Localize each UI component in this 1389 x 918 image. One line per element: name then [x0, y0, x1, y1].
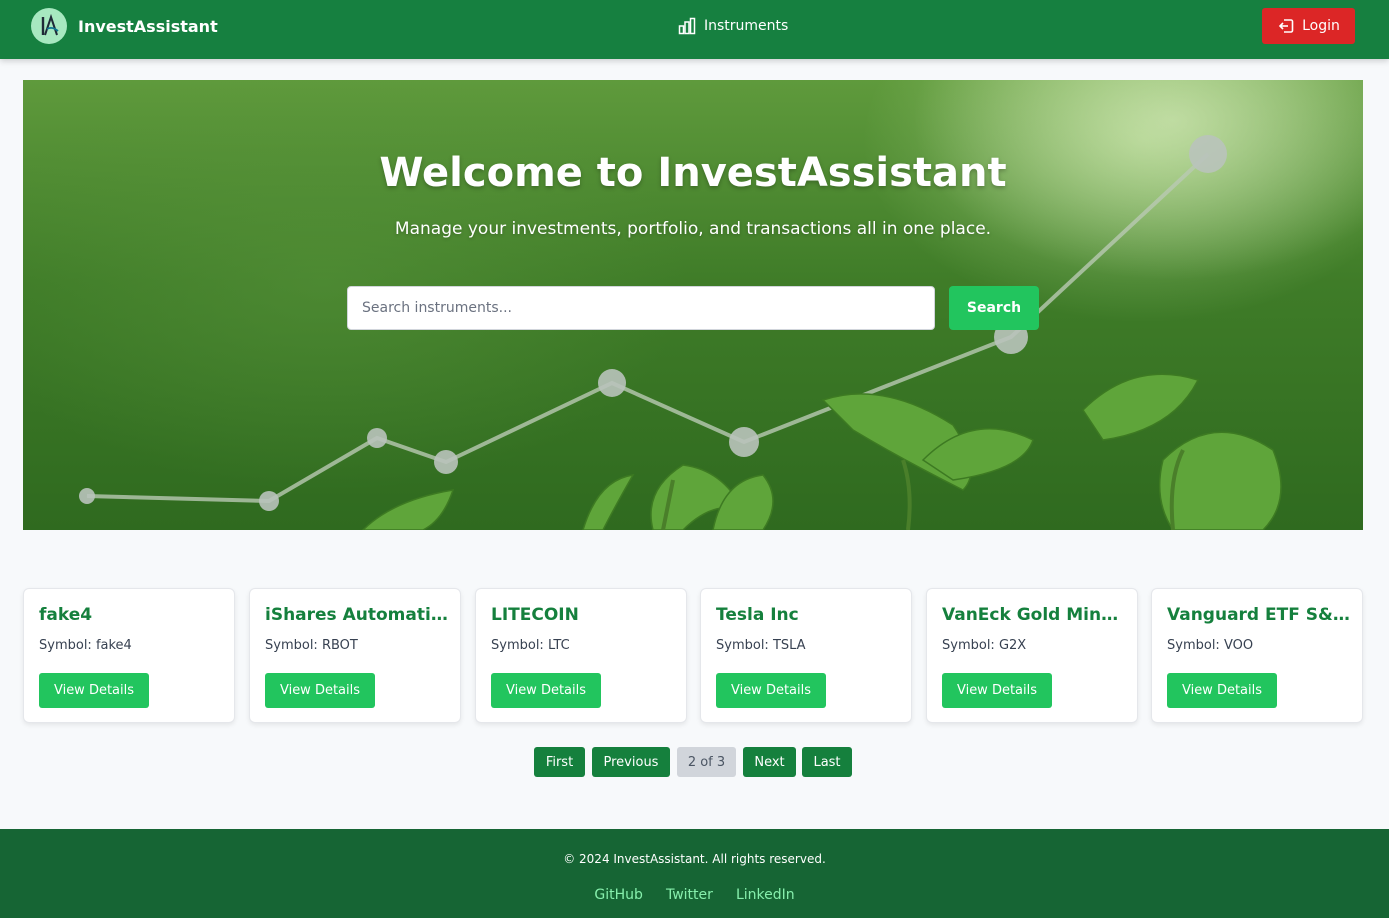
hero-title: Welcome to InvestAssistant — [379, 150, 1007, 196]
instrument-name: LITECOIN — [491, 605, 579, 625]
instrument-card: LITECOIN Symbol: LTC View Details — [475, 588, 687, 723]
footer-link-linkedin[interactable]: LinkedIn — [736, 887, 795, 903]
instrument-name: fake4 — [39, 605, 93, 625]
instrument-card: iShares Automation & Robotics Symbol: RB… — [249, 588, 461, 723]
view-details-button[interactable]: View Details — [491, 673, 601, 708]
navbar: InvestAssistant Instruments Login — [0, 0, 1389, 59]
instrument-card: Vanguard ETF S&P 500 Symbol: VOO View De… — [1151, 588, 1363, 723]
nav-instruments[interactable]: Instruments — [678, 16, 788, 36]
login-button[interactable]: Login — [1262, 8, 1355, 44]
instrument-card: Tesla Inc Symbol: TSLA View Details — [700, 588, 912, 723]
hero-subtitle: Manage your investments, portfolio, and … — [394, 219, 992, 239]
nav-instruments-label: Instruments — [704, 18, 789, 34]
pagination-first-button[interactable]: First — [534, 747, 585, 777]
view-details-button[interactable]: View Details — [265, 673, 375, 708]
instrument-name: VanEck Gold Miners — [942, 605, 1128, 625]
hero-banner: Welcome to InvestAssistant Manage your i… — [23, 80, 1363, 530]
footer-link-github[interactable]: GitHub — [594, 887, 643, 903]
brand[interactable]: InvestAssistant — [31, 8, 218, 44]
login-icon — [1278, 19, 1294, 33]
instrument-card: VanEck Gold Miners Symbol: G2X View Deta… — [926, 588, 1138, 723]
instrument-name: iShares Automation & Robotics — [265, 605, 451, 625]
search-input[interactable] — [347, 286, 935, 330]
instrument-symbol: Symbol: fake4 — [39, 638, 132, 653]
logo-icon — [31, 8, 67, 44]
footer: © 2024 InvestAssistant. All rights reser… — [0, 829, 1389, 918]
instrument-card: fake4 Symbol: fake4 View Details — [23, 588, 235, 723]
pagination-previous-button[interactable]: Previous — [592, 747, 670, 777]
pagination-next-button[interactable]: Next — [743, 747, 796, 777]
view-details-button[interactable]: View Details — [39, 673, 149, 708]
pagination-last-button[interactable]: Last — [802, 747, 852, 777]
instrument-name: Tesla Inc — [716, 605, 799, 625]
search-button[interactable]: Search — [949, 286, 1039, 330]
pagination-page-indicator: 2 of 3 — [677, 747, 736, 777]
footer-links: GitHub Twitter LinkedIn — [0, 884, 1389, 903]
instrument-symbol: Symbol: VOO — [1167, 638, 1254, 653]
footer-copyright: © 2024 InvestAssistant. All rights reser… — [563, 852, 826, 866]
footer-link-twitter[interactable]: Twitter — [666, 887, 713, 903]
login-label: Login — [1302, 18, 1340, 34]
view-details-button[interactable]: View Details — [1167, 673, 1277, 708]
instrument-symbol: Symbol: LTC — [491, 638, 570, 653]
view-details-button[interactable]: View Details — [942, 673, 1052, 708]
instrument-name: Vanguard ETF S&P 500 — [1167, 605, 1353, 625]
view-details-button[interactable]: View Details — [716, 673, 826, 708]
instrument-symbol: Symbol: TSLA — [716, 638, 806, 653]
instrument-symbol: Symbol: RBOT — [265, 638, 358, 653]
bar-chart-icon — [678, 17, 696, 35]
instrument-symbol: Symbol: G2X — [942, 638, 1027, 653]
brand-name: InvestAssistant — [78, 16, 218, 36]
